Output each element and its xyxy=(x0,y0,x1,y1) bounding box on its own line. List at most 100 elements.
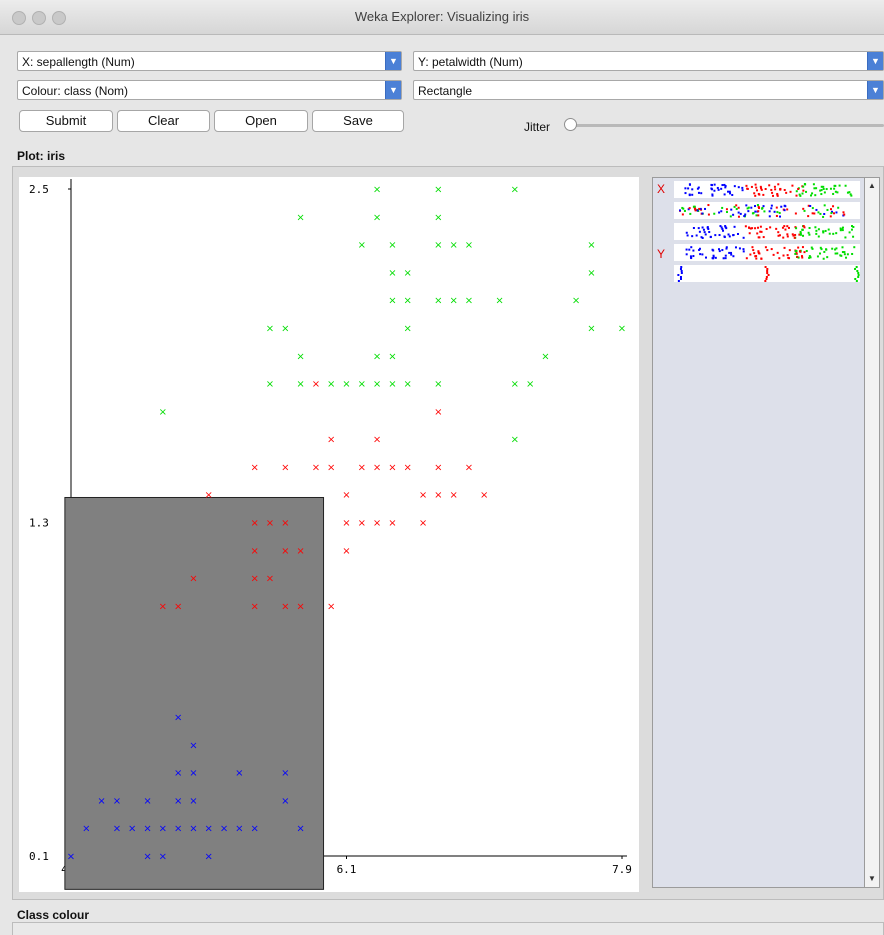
data-point: × xyxy=(235,824,243,835)
mini-dot xyxy=(833,187,836,190)
mini-dot xyxy=(787,256,790,259)
class-colour-panel[interactable] xyxy=(12,922,884,935)
mini-dot xyxy=(690,246,693,249)
save-button[interactable]: Save xyxy=(312,110,404,132)
mini-dot xyxy=(776,194,779,197)
mini-dot xyxy=(730,208,733,211)
mini-dot xyxy=(767,274,770,276)
mini-dot xyxy=(785,191,788,194)
x-tick-label: 7.9 xyxy=(612,863,632,876)
data-point: × xyxy=(373,351,381,362)
mini-dot xyxy=(780,205,783,208)
data-point: × xyxy=(342,546,350,557)
mini-dot xyxy=(683,209,686,212)
mini-dot xyxy=(698,247,701,250)
y-axis-select[interactable]: Y: petalwidth (Num) ▼ xyxy=(413,51,884,71)
mini-dot xyxy=(783,209,786,212)
mini-dot xyxy=(684,187,687,190)
data-point: × xyxy=(587,240,595,251)
mini-dot xyxy=(794,250,797,253)
mini-dot xyxy=(745,257,748,260)
chevron-down-icon: ▼ xyxy=(385,81,401,99)
mini-dot xyxy=(692,227,695,230)
jitter-slider-track[interactable] xyxy=(566,124,884,127)
mini-dot xyxy=(832,192,835,195)
mini-dot xyxy=(757,226,760,229)
open-button[interactable]: Open xyxy=(214,110,308,132)
scatter-plot[interactable]: 0.11.32.54.36.17.9××××××××××××××××××××××… xyxy=(19,177,639,892)
mini-dot xyxy=(747,226,750,229)
mini-dot xyxy=(720,187,723,190)
mini-dot xyxy=(797,187,800,190)
mini-dot xyxy=(766,268,769,270)
mini-dot xyxy=(701,212,704,215)
matrix-y-label: Y xyxy=(657,247,666,261)
data-point: × xyxy=(465,296,473,307)
attribute-bar-petallength[interactable] xyxy=(674,223,860,240)
mini-dot xyxy=(808,233,811,236)
mini-dot xyxy=(688,207,691,210)
data-point: × xyxy=(342,490,350,501)
mini-dot xyxy=(764,188,767,191)
x-axis-select[interactable]: X: sepallength (Num) ▼ xyxy=(17,51,402,71)
mini-dot xyxy=(680,272,683,274)
submit-button[interactable]: Submit xyxy=(19,110,113,132)
mini-dot xyxy=(721,249,724,252)
mini-dot xyxy=(810,194,813,197)
y-tick-label: 2.5 xyxy=(29,183,49,196)
mini-dot xyxy=(768,184,771,187)
data-point: × xyxy=(159,824,167,835)
mini-dot xyxy=(756,204,759,207)
data-point: × xyxy=(250,824,258,835)
mini-dot xyxy=(825,188,828,191)
data-point: × xyxy=(250,546,258,557)
attribute-matrix-panel[interactable] xyxy=(652,177,865,888)
mini-dot xyxy=(810,246,813,249)
class-colour-label: Class colour xyxy=(17,908,90,922)
matrix-x-label: X xyxy=(657,182,666,196)
mini-dot xyxy=(732,234,735,237)
mini-dot xyxy=(705,256,708,259)
mini-dot xyxy=(757,192,760,195)
mini-dot xyxy=(772,253,775,256)
scroll-up-icon[interactable]: ▲ xyxy=(865,179,879,193)
mini-dot xyxy=(728,251,731,254)
mini-dot xyxy=(813,187,816,190)
data-point: × xyxy=(373,379,381,390)
mini-dot xyxy=(697,186,700,189)
mini-dot xyxy=(833,212,836,215)
colour-select[interactable]: Colour: class (Nom) ▼ xyxy=(17,80,402,100)
matrix-scrollbar[interactable]: ▲ ▼ xyxy=(864,177,880,888)
mini-dot xyxy=(819,252,822,255)
shape-select[interactable]: Rectangle ▼ xyxy=(413,80,884,100)
attribute-bar-class[interactable] xyxy=(674,265,860,282)
mini-dot xyxy=(809,205,812,208)
mini-dot xyxy=(822,215,825,218)
mini-dot xyxy=(823,213,826,216)
data-point: × xyxy=(342,518,350,529)
mini-dot xyxy=(805,190,808,193)
data-point: × xyxy=(388,379,396,390)
mini-dot xyxy=(778,211,781,214)
data-point: × xyxy=(511,185,519,196)
mini-dot xyxy=(852,235,855,238)
mini-dot xyxy=(786,233,789,236)
mini-dot xyxy=(773,210,776,213)
jitter-slider-knob[interactable] xyxy=(564,118,577,131)
mini-dot xyxy=(751,246,754,249)
mini-dot xyxy=(794,252,797,255)
mini-dot xyxy=(791,184,794,187)
mini-dot xyxy=(853,246,856,249)
mini-dot xyxy=(838,184,841,187)
data-point: × xyxy=(266,574,274,585)
mini-dot xyxy=(766,270,769,272)
attribute-bar-sepallength[interactable] xyxy=(674,181,860,198)
attribute-bar-sepalwidth[interactable] xyxy=(674,202,860,219)
mini-dot xyxy=(830,208,833,211)
attribute-bar-petalwidth[interactable] xyxy=(674,244,860,261)
mini-dot xyxy=(775,206,778,209)
clear-button[interactable]: Clear xyxy=(117,110,210,132)
mini-dot xyxy=(770,188,773,191)
scroll-down-icon[interactable]: ▼ xyxy=(865,872,879,886)
mini-dot xyxy=(857,276,860,278)
